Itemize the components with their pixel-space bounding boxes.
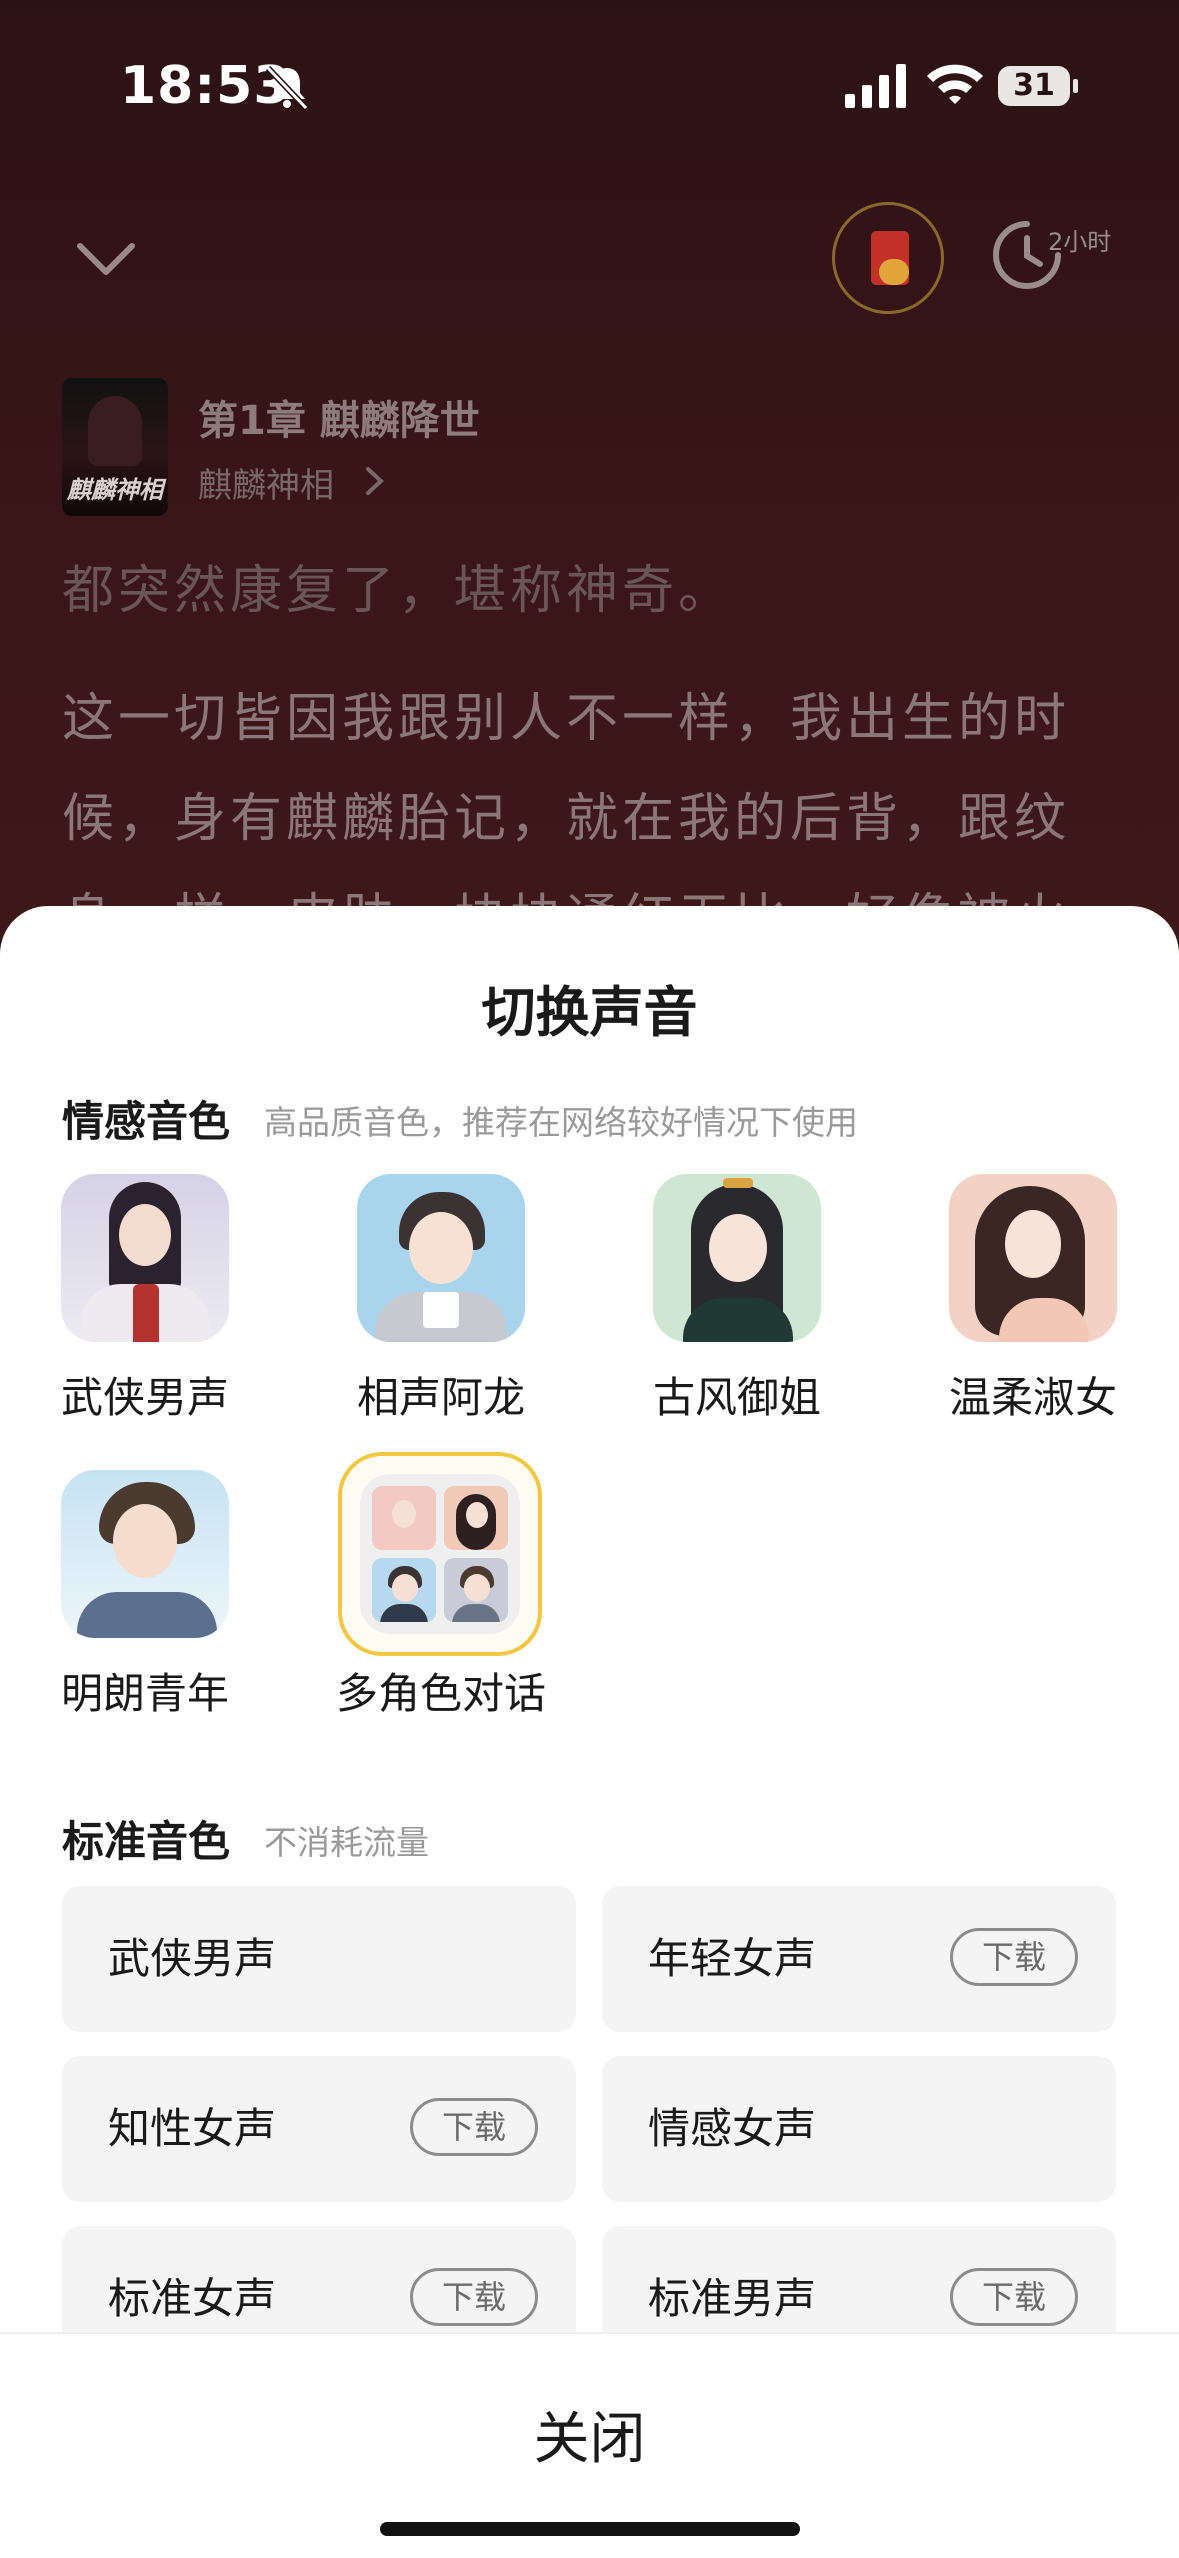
voice-label: 明朗青年 bbox=[60, 1669, 229, 1718]
home-indicator[interactable] bbox=[380, 2522, 800, 2536]
chevron-down-icon[interactable] bbox=[76, 240, 136, 280]
standard-section-title: 标准音色 bbox=[62, 1817, 231, 1866]
mini-avatar bbox=[372, 1486, 436, 1550]
standard-voice-item[interactable]: 年轻女声 下载 bbox=[602, 1886, 1116, 2032]
status-bar: 18:53 31 bbox=[0, 0, 1179, 150]
voice-label: 古风御姐 bbox=[652, 1373, 821, 1422]
standard-voice-label: 知性女声 bbox=[108, 2104, 277, 2153]
sheet-title: 切换声音 bbox=[481, 981, 698, 1044]
emotional-section-subtitle: 高品质音色，推荐在网络较好情况下使用 bbox=[264, 1103, 858, 1142]
avatar bbox=[653, 1174, 821, 1342]
voice-option-xiangsheng-along[interactable]: 相声阿龙 bbox=[336, 1174, 546, 1425]
multi-role-avatar-selected[interactable] bbox=[338, 1452, 542, 1656]
standard-voice-item[interactable]: 知性女声 下载 bbox=[62, 2056, 576, 2202]
sleep-timer-label[interactable]: 2小时 bbox=[1048, 222, 1111, 257]
red-envelope-icon[interactable] bbox=[832, 202, 944, 314]
download-button[interactable]: 下载 bbox=[410, 2098, 538, 2156]
voice-label: 相声阿龙 bbox=[356, 1373, 525, 1422]
chevron-right-icon bbox=[366, 467, 384, 495]
wifi-icon bbox=[927, 64, 983, 104]
standard-section-subtitle: 不消耗流量 bbox=[264, 1823, 429, 1862]
voice-option-gentle-lady[interactable]: 温柔淑女 bbox=[928, 1174, 1138, 1425]
player-background: 18:53 31 2小时 麒麟神相 第1章 麒麟降世 麒麟神相 都突然康复了，堪… bbox=[0, 0, 1179, 949]
close-button[interactable]: 关闭 bbox=[0, 2394, 1179, 2475]
standard-voice-item[interactable]: 情感女声 bbox=[602, 2056, 1116, 2202]
standard-voice-label: 情感女声 bbox=[648, 2104, 817, 2153]
book-title-link[interactable]: 麒麟神相 bbox=[198, 458, 334, 507]
voice-option-bright-youth[interactable]: 明朗青年 bbox=[40, 1470, 250, 1721]
voice-option-gufeng-yujie[interactable]: 古风御姐 bbox=[632, 1174, 842, 1425]
download-button[interactable]: 下载 bbox=[950, 1928, 1078, 1986]
voice-option-wuxia-male[interactable]: 武侠男声 bbox=[40, 1174, 250, 1425]
book-cover[interactable]: 麒麟神相 bbox=[62, 378, 168, 516]
cellular-signal-icon bbox=[845, 64, 906, 108]
text-line: 都突然康复了，堪称神奇。 bbox=[62, 561, 735, 621]
standard-voice-item[interactable]: 武侠男声 bbox=[62, 1886, 576, 2032]
voice-switch-sheet: 切换声音 情感音色 高品质音色，推荐在网络较好情况下使用 武侠男声 相声阿龙 古… bbox=[0, 906, 1179, 2556]
chapter-title: 第1章 麒麟降世 bbox=[198, 398, 480, 444]
voice-label: 温柔淑女 bbox=[948, 1373, 1117, 1422]
avatar bbox=[949, 1174, 1117, 1342]
voice-label: 多角色对话 bbox=[336, 1669, 547, 1718]
mini-avatar bbox=[444, 1486, 508, 1550]
text-line: 这一切皆因我跟别人不一样，我出生的时 bbox=[62, 689, 1071, 749]
text-line: 候，身有麒麟胎记，就在我的后背，跟纹 bbox=[62, 789, 1071, 849]
mute-bell-icon bbox=[265, 65, 309, 111]
battery-level: 31 bbox=[998, 66, 1070, 106]
standard-voice-label: 武侠男声 bbox=[108, 1934, 277, 1983]
download-button[interactable]: 下载 bbox=[950, 2268, 1078, 2326]
book-cover-title: 麒麟神相 bbox=[67, 476, 163, 504]
avatar bbox=[357, 1174, 525, 1342]
download-button[interactable]: 下载 bbox=[410, 2268, 538, 2326]
mini-avatar bbox=[372, 1558, 436, 1622]
battery-icon: 31 bbox=[998, 66, 1078, 106]
avatar bbox=[61, 1470, 229, 1638]
standard-voice-label: 年轻女声 bbox=[648, 1934, 817, 1983]
sheet-footer: 关闭 bbox=[0, 2332, 1179, 2558]
emotional-section-title: 情感音色 bbox=[62, 1097, 231, 1146]
mini-avatar bbox=[444, 1558, 508, 1622]
avatar bbox=[61, 1174, 229, 1342]
voice-label: 武侠男声 bbox=[60, 1373, 229, 1422]
